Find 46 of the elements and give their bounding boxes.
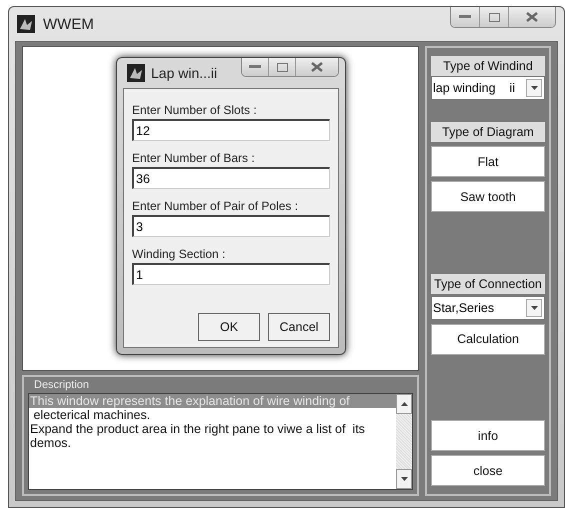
input-field[interactable]: 36 xyxy=(132,167,330,189)
input-field[interactable]: 1 xyxy=(132,263,330,285)
caret-icon xyxy=(530,306,538,310)
action-button[interactable]: info xyxy=(431,420,545,451)
connection-label: Type of Connection xyxy=(431,274,545,294)
minimize-button[interactable] xyxy=(451,7,480,27)
connection-dropdown[interactable]: Star,Series xyxy=(431,296,545,320)
close-icon xyxy=(526,12,538,22)
winding-label: Type of Windind xyxy=(431,56,545,76)
diagram-label: Type of Diagram xyxy=(431,122,545,142)
action-button[interactable]: close xyxy=(431,455,545,486)
winding-dropdown[interactable]: lap winding ii xyxy=(431,76,545,100)
cancel-button[interactable]: Cancel xyxy=(268,313,330,341)
app-icon xyxy=(127,64,145,82)
field-label: Enter Number of Slots : xyxy=(132,103,258,117)
close-button[interactable] xyxy=(509,7,555,27)
window-title: WWEM xyxy=(43,16,94,32)
field-label: Enter Number of Bars : xyxy=(132,151,256,165)
close-button[interactable] xyxy=(296,58,338,76)
input-field[interactable]: 3 xyxy=(132,215,330,237)
minimize-icon xyxy=(249,65,261,69)
list-line[interactable]: electerical machines. xyxy=(29,408,396,422)
up-arrow-icon xyxy=(400,402,408,406)
minimize-icon xyxy=(459,15,471,19)
app-icon xyxy=(17,15,35,33)
diagram-button[interactable]: Saw tooth xyxy=(431,181,545,212)
diagram-button[interactable]: Flat xyxy=(431,146,545,177)
caret-icon xyxy=(530,86,538,90)
calculation-button[interactable]: Calculation xyxy=(431,324,545,354)
minimize-button[interactable] xyxy=(242,58,269,76)
ok-button[interactable]: OK xyxy=(198,313,260,341)
maximize-button[interactable] xyxy=(269,58,296,76)
scrollbar[interactable] xyxy=(396,394,412,489)
dialog-title: Lap win...ii xyxy=(151,65,218,81)
maximize-icon xyxy=(276,62,288,72)
close-icon xyxy=(311,62,323,72)
field-label: Enter Number of Pair of Poles : xyxy=(132,199,300,213)
panel-title: Description xyxy=(34,379,90,391)
maximize-icon xyxy=(488,12,500,22)
list-line[interactable]: demos. xyxy=(29,436,396,450)
maximize-button[interactable] xyxy=(480,7,509,27)
description-listbox[interactable]: This window represents the explanation of wire winding of electerical machines. Expand the product area in the right pane to viwe a list of its demos. xyxy=(28,393,413,490)
caret-icon xyxy=(400,477,408,481)
input-field[interactable]: 12 xyxy=(132,119,330,141)
field-label: Winding Section : xyxy=(132,247,226,261)
list-line[interactable]: Expand the product area in the right pane to viwe a list of its xyxy=(29,422,396,436)
